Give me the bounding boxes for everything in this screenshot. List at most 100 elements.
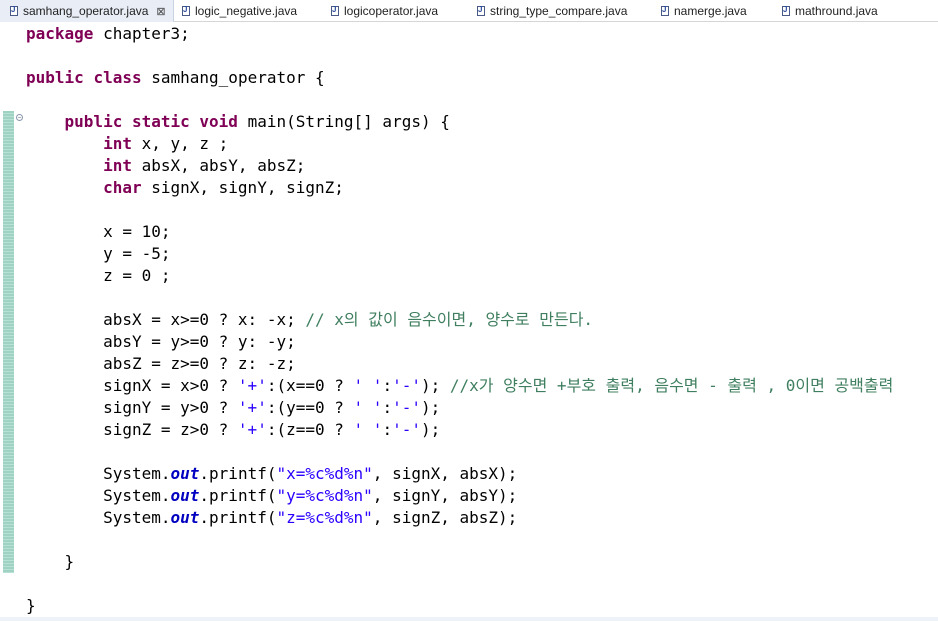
code-line[interactable]: System.out.printf("z=%c%d%n", signZ, abs… [26, 507, 893, 529]
code-text: ); [420, 398, 441, 417]
code-line[interactable]: System.out.printf("x=%c%d%n", signX, abs… [26, 463, 893, 485]
keyword-token: static [131, 112, 190, 131]
code-text: chapter3; [93, 24, 190, 43]
code-text: , signX, absX); [372, 464, 518, 483]
code-text: .printf( [199, 486, 277, 505]
code-line[interactable]: z = 0 ; [26, 265, 893, 287]
string-literal: "x=%c%d%n" [276, 464, 373, 483]
code-line[interactable]: public class samhang_operator { [26, 67, 893, 89]
code-area[interactable]: package chapter3; public class samhang_o… [26, 23, 893, 617]
keyword-token: int [103, 134, 132, 153]
code-text: main(String[] args) { [237, 112, 450, 131]
code-line[interactable]: int x, y, z ; [26, 133, 893, 155]
string-literal: ' ' [353, 376, 383, 395]
code-text: .printf( [199, 508, 277, 527]
code-text: z = 0 ; [26, 266, 171, 285]
code-text: y = -5; [26, 244, 171, 263]
tab-logic-negative[interactable]: logic_negative.java [182, 0, 297, 22]
keyword-token: int [103, 156, 132, 175]
string-literal: '+' [237, 420, 267, 439]
fold-collapse-icon[interactable]: − [16, 114, 23, 121]
code-line[interactable]: package chapter3; [26, 23, 893, 45]
static-field: out [170, 486, 200, 505]
code-text: : [382, 376, 393, 395]
java-file-icon [10, 5, 18, 16]
code-text: absX, absY, absZ; [131, 156, 306, 175]
code-line[interactable]: int absX, absY, absZ; [26, 155, 893, 177]
keyword-token: public [26, 68, 84, 87]
code-text: .printf( [199, 464, 277, 483]
quick-diff-ruler [3, 111, 14, 573]
code-line[interactable] [26, 199, 893, 221]
code-line[interactable]: signZ = z>0 ? '+':(z==0 ? ' ':'-'); [26, 419, 893, 441]
static-field: out [170, 508, 200, 527]
code-line[interactable] [26, 45, 893, 67]
code-comment: // x의 값이 음수이면, 양수로 만든다. [305, 310, 594, 329]
code-text: absY = y>=0 ? y: -y; [26, 332, 296, 351]
code-comment: //x가 양수면 +부호 출력, 음수면 - 출력 , 0이면 공백출력 [449, 376, 894, 395]
code-line[interactable] [26, 441, 893, 463]
java-file-icon [477, 5, 485, 16]
code-text: } [26, 552, 75, 571]
tab-string-type-compare[interactable]: string_type_compare.java [477, 0, 627, 22]
code-text: x = 10; [26, 222, 171, 241]
code-line[interactable]: absZ = z>=0 ? z: -z; [26, 353, 893, 375]
tab-logicoperator[interactable]: logicoperator.java [331, 0, 438, 22]
tab-namerge[interactable]: namerge.java [661, 0, 747, 22]
static-field: out [170, 464, 200, 483]
editor-bottom-border [0, 617, 938, 621]
code-text: : [382, 420, 393, 439]
string-literal: "z=%c%d%n" [276, 508, 373, 527]
tab-label: string_type_compare.java [490, 4, 628, 18]
tab-label: logic_negative.java [195, 4, 298, 18]
keyword-token: char [103, 178, 142, 197]
code-text: samhang_operator { [141, 68, 325, 87]
code-line[interactable]: char signX, signY, signZ; [26, 177, 893, 199]
code-line[interactable]: absY = y>=0 ? y: -y; [26, 331, 893, 353]
code-text: } [26, 596, 36, 615]
java-file-icon [661, 5, 669, 16]
code-line[interactable]: } [26, 551, 893, 573]
code-line[interactable] [26, 89, 893, 111]
tab-label: logicoperator.java [344, 4, 439, 18]
code-text: x, y, z ; [131, 134, 229, 153]
string-literal: '+' [237, 376, 267, 395]
tab-label: namerge.java [674, 4, 747, 18]
code-line[interactable]: System.out.printf("y=%c%d%n", signY, abs… [26, 485, 893, 507]
code-line[interactable]: absX = x>=0 ? x: -x; // x의 값이 음수이면, 양수로 … [26, 309, 893, 331]
editor-tab-bar: samhang_operator.java ⊠ logic_negative.j… [0, 0, 938, 22]
code-editor[interactable]: − package chapter3; public class samhang… [0, 22, 938, 621]
tab-mathround[interactable]: mathround.java [782, 0, 878, 22]
code-text: signZ = z>0 ? [26, 420, 238, 439]
code-line[interactable] [26, 287, 893, 309]
code-line[interactable]: signX = x>0 ? '+':(x==0 ? ' ':'-'); //x가… [26, 375, 893, 397]
java-file-icon [331, 5, 339, 16]
code-text: absZ = z>=0 ? z: -z; [26, 354, 296, 373]
string-literal: "y=%c%d%n" [276, 486, 373, 505]
string-literal: '-' [392, 376, 421, 395]
code-line[interactable]: x = 10; [26, 221, 893, 243]
code-text: ); [420, 420, 441, 439]
string-literal: ' ' [353, 398, 383, 417]
close-tab-icon[interactable]: ⊠ [156, 5, 165, 18]
string-literal: '-' [392, 398, 421, 417]
code-text: signY = y>0 ? [26, 398, 238, 417]
code-line[interactable]: signY = y>0 ? '+':(y==0 ? ' ':'-'); [26, 397, 893, 419]
keyword-token: class [93, 68, 142, 87]
code-line[interactable] [26, 573, 893, 595]
code-line[interactable]: } [26, 595, 893, 617]
tab-samhang-operator[interactable]: samhang_operator.java ⊠ [0, 0, 174, 22]
code-text: ); [420, 376, 450, 395]
code-text: signX, signY, signZ; [141, 178, 344, 197]
code-text: signX = x>0 ? [26, 376, 238, 395]
code-text: System. [26, 464, 171, 483]
string-literal: ' ' [353, 420, 383, 439]
code-line[interactable]: y = -5; [26, 243, 893, 265]
code-line[interactable]: public static void main(String[] args) { [26, 111, 893, 133]
code-text: :(z==0 ? [266, 420, 354, 439]
code-line[interactable] [26, 529, 893, 551]
